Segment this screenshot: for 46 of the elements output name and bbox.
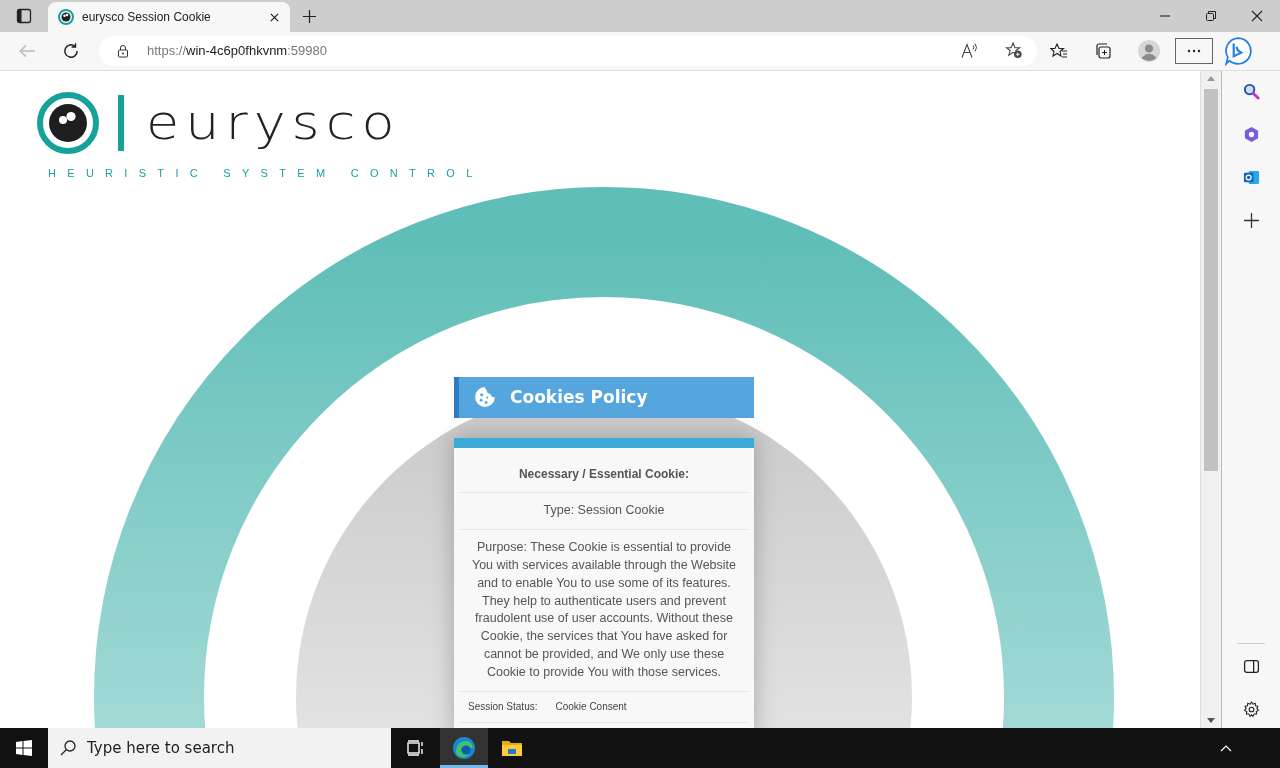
- panel-title: Cookies Policy: [510, 387, 648, 408]
- cookie-purpose: Purpose: These Cookie is essential to provide You with services available through the Website and to enable You to use some of its features. They help to authenticate users and prevent fraudolent use of user accounts. Without these Cookie, the services that You have asked for cannot be provided, and We only use these Cookie to provide You with those services.: [470, 538, 737, 682]
- collections-icon[interactable]: [1094, 41, 1112, 60]
- cookie-icon: [474, 386, 496, 409]
- cookie-type: Type: Session Cookie: [542, 501, 666, 519]
- more-menu-button[interactable]: [1175, 37, 1213, 64]
- eye-logo-icon: [36, 90, 100, 155]
- favorites-icon[interactable]: [1050, 41, 1068, 60]
- eye-logo-icon: [58, 9, 74, 25]
- browser-taskbar-button[interactable]: [440, 728, 488, 768]
- ellipsis-icon: [1187, 48, 1201, 53]
- logo-wordmark: eurysco: [146, 95, 401, 150]
- start-icon[interactable]: [16, 740, 32, 756]
- close-window-icon[interactable]: [1251, 10, 1263, 22]
- profile-avatar-icon[interactable]: [1138, 39, 1160, 62]
- refresh-icon[interactable]: [62, 41, 80, 60]
- add-icon[interactable]: [1242, 211, 1260, 229]
- new-tab-icon[interactable]: [302, 8, 317, 24]
- settings-icon[interactable]: [1242, 701, 1260, 718]
- add-favorite-icon[interactable]: [1005, 42, 1023, 60]
- tab-actions-icon[interactable]: [16, 8, 32, 24]
- tab-title: eurysco Session Cookie: [82, 10, 212, 24]
- hexagon-app-icon[interactable]: [1242, 125, 1260, 143]
- cookie-heading: Necessary / Essential Cookie:: [518, 466, 690, 481]
- taskbar-search-field[interactable]: Type here to search: [48, 728, 391, 768]
- search-icon[interactable]: [1242, 82, 1260, 100]
- search-icon: [60, 740, 76, 756]
- read-aloud-icon[interactable]: [961, 42, 979, 60]
- lock-icon: [117, 43, 129, 58]
- restore-icon[interactable]: [1205, 10, 1217, 22]
- scrollbar[interactable]: [1200, 70, 1222, 728]
- scroll-thumb[interactable]: [1204, 88, 1218, 471]
- url-text: https://win-4c6p0fhkvnm:59980: [147, 43, 327, 59]
- mail-app-icon[interactable]: [1242, 168, 1260, 186]
- browser-tab[interactable]: eurysco Session Cookie: [48, 2, 290, 32]
- browser-icon: [452, 736, 476, 760]
- tray-chevron-icon[interactable]: [1220, 744, 1232, 752]
- sidebar-toggle-icon[interactable]: [1242, 658, 1260, 675]
- logo-tagline: HEURISTIC SYSTEM CONTROL: [48, 166, 484, 179]
- status-value: Cookie Consent: [555, 701, 627, 713]
- bing-chat-icon[interactable]: [1223, 35, 1253, 66]
- task-view-icon[interactable]: [407, 740, 425, 756]
- scroll-down-icon[interactable]: [1207, 718, 1215, 723]
- status-label: Session Status:: [468, 701, 538, 713]
- address-bar[interactable]: https://win-4c6p0fhkvnm:59980: [99, 35, 1037, 66]
- close-icon[interactable]: [269, 11, 280, 23]
